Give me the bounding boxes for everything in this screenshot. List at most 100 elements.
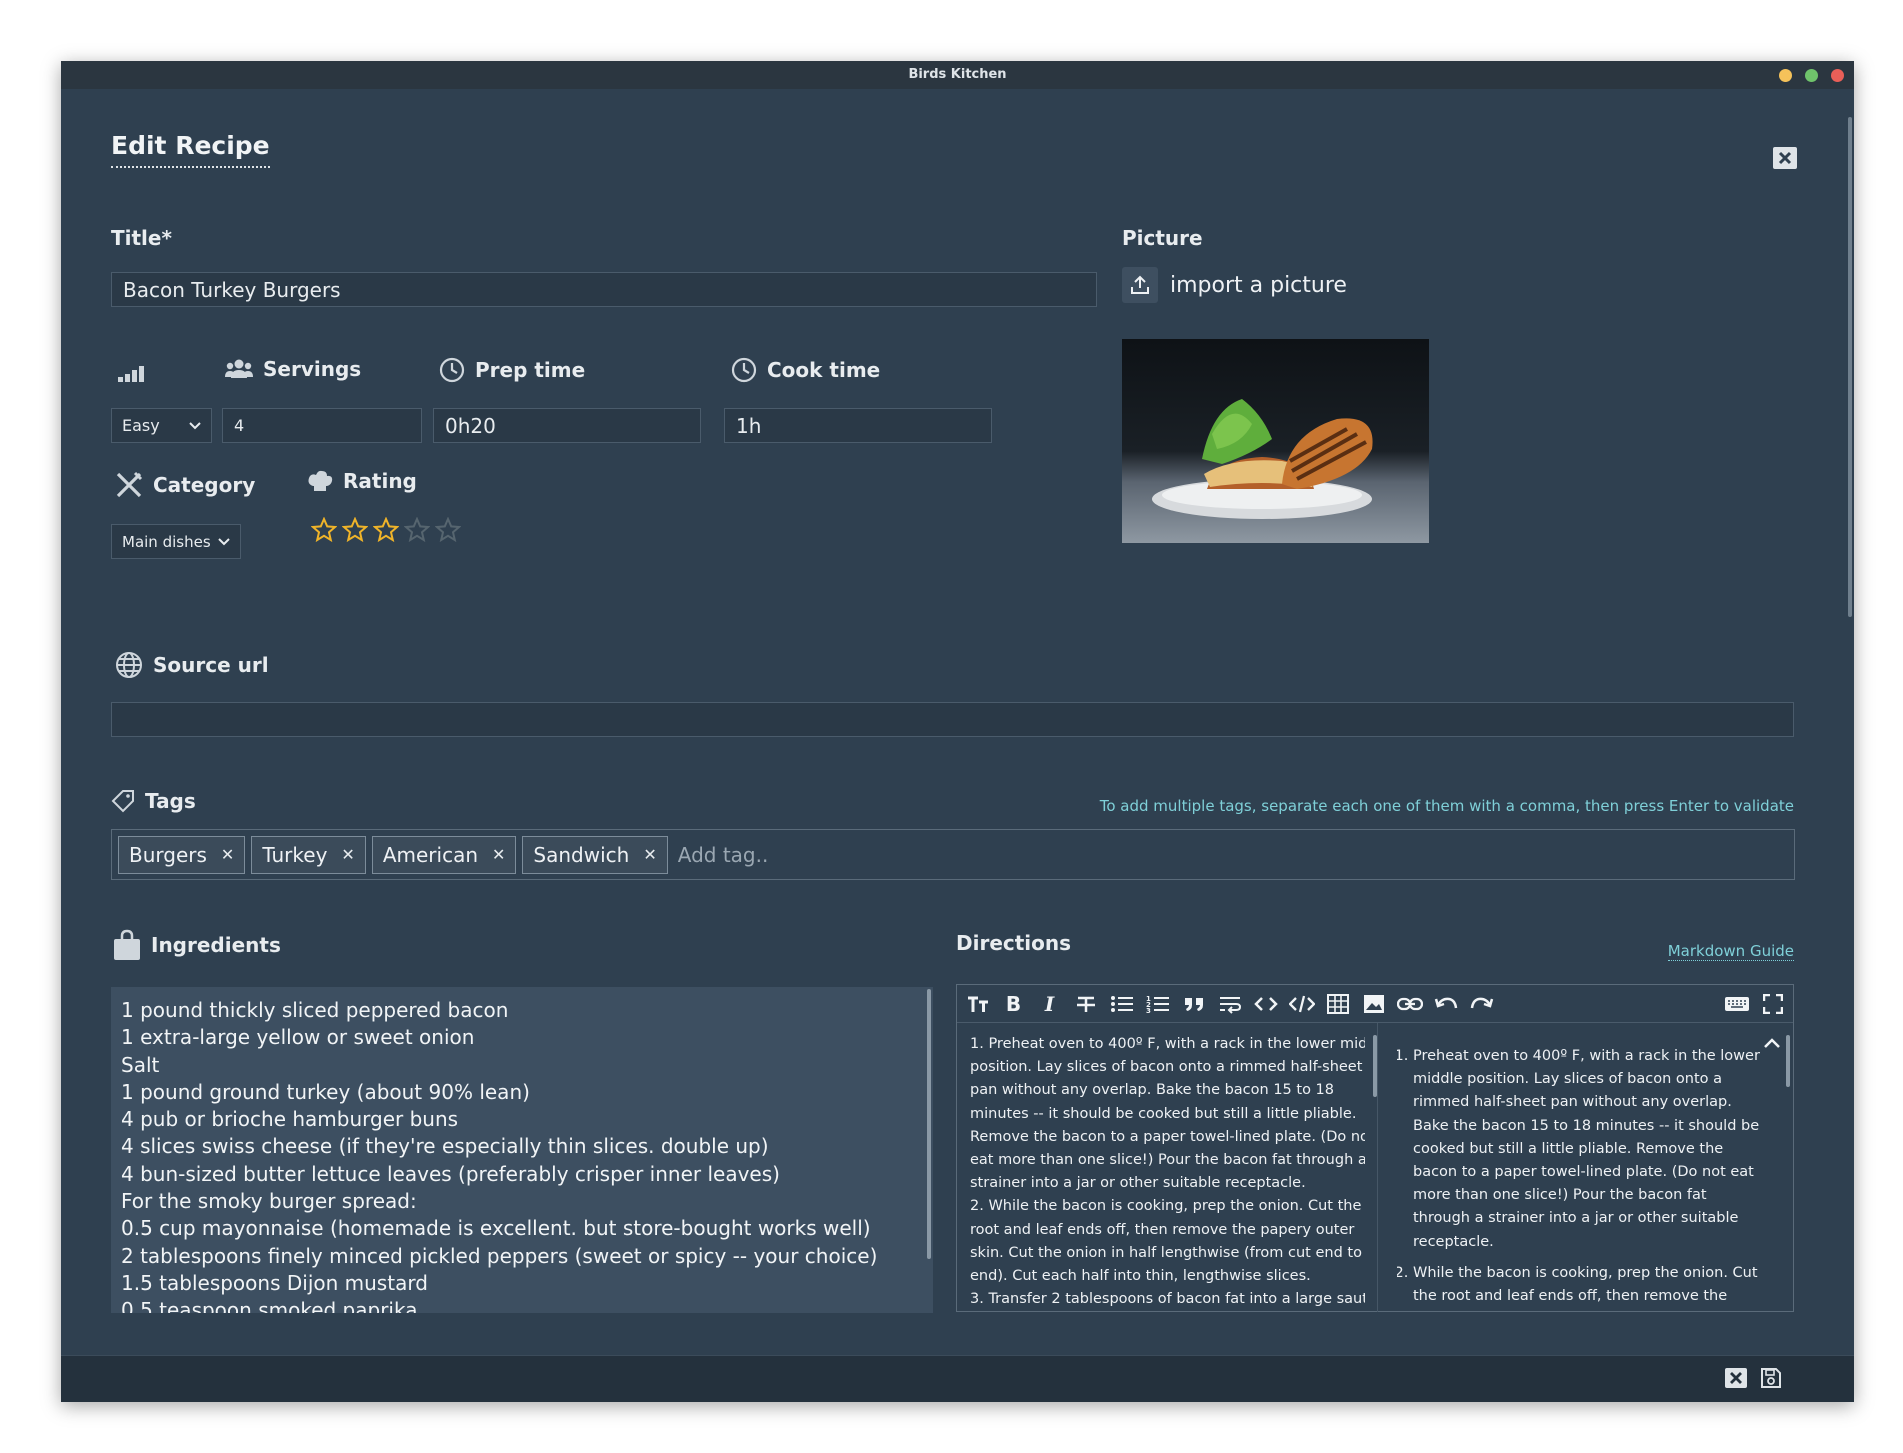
- remove-tag-icon[interactable]: ✕: [492, 845, 505, 864]
- heading-button[interactable]: [963, 989, 992, 1018]
- title-label: Title*: [111, 226, 172, 250]
- tag-label: American: [382, 842, 479, 867]
- close-window-button[interactable]: [1831, 69, 1844, 82]
- picture-label: Picture: [1122, 226, 1203, 250]
- fullscreen-button[interactable]: [1758, 989, 1787, 1018]
- close-icon: [1725, 1368, 1747, 1388]
- ingredient-line: 2 tablespoons finely minced pickled pepp…: [121, 1243, 878, 1268]
- tag-chip: Burgers ✕: [118, 835, 246, 874]
- editor-divider: [1377, 1023, 1378, 1312]
- clock-icon: [731, 357, 757, 383]
- quote-button[interactable]: [1179, 989, 1208, 1018]
- save-icon: [1761, 1368, 1781, 1388]
- wrap-button[interactable]: [1215, 989, 1244, 1018]
- keyboard-icon: [1724, 996, 1749, 1011]
- bullet-list-button[interactable]: [1107, 989, 1136, 1018]
- ingredient-line: 0.5 cup mayonnaise (homemade is excellen…: [121, 1216, 871, 1241]
- directions-editor: B I 123 1. Preheat oven to 400º F, with …: [956, 984, 1794, 1312]
- markdown-line: skin. Cut the onion in half lengthwise (…: [970, 1244, 1365, 1261]
- page-scrollbar[interactable]: [1846, 89, 1854, 1355]
- markdown-guide-link[interactable]: Markdown Guide: [1667, 942, 1794, 961]
- close-dialog-button[interactable]: [1772, 146, 1798, 170]
- minimize-button[interactable]: [1779, 69, 1792, 82]
- category-value: Main dishes: [122, 532, 211, 551]
- difficulty-select[interactable]: Easy: [111, 408, 212, 443]
- rating-stars[interactable]: [311, 517, 461, 543]
- image-button[interactable]: [1359, 989, 1388, 1018]
- tags-input-box[interactable]: Burgers ✕ Turkey ✕ American ✕ Sandwich ✕ Add tag…: [111, 829, 1795, 880]
- preview-scrollbar[interactable]: [1786, 1035, 1790, 1087]
- markdown-line: 3. Transfer 2 tablespoons of bacon fat i…: [970, 1291, 1365, 1308]
- import-picture-button[interactable]: import a picture: [1122, 267, 1347, 303]
- remove-tag-icon[interactable]: ✕: [341, 845, 354, 864]
- import-picture-label: import a picture: [1170, 272, 1347, 298]
- link-icon: [1396, 997, 1423, 1010]
- star-icon[interactable]: [404, 517, 430, 543]
- redo-button[interactable]: [1467, 989, 1496, 1018]
- tag-chip: Sandwich ✕: [522, 835, 668, 874]
- difficulty-value: Easy: [122, 416, 160, 435]
- remove-tag-icon[interactable]: ✕: [643, 845, 656, 864]
- bullet-list-icon: [1110, 995, 1133, 1012]
- app-window: Birds Kitchen Edit Recipe Title* Bacon T…: [61, 61, 1854, 1402]
- chevron-down-icon: [189, 421, 201, 430]
- bold-button[interactable]: B: [999, 989, 1028, 1018]
- markdown-line: end). Cut each half into thin, lengthwis…: [970, 1268, 1311, 1285]
- fullscreen-icon: [1762, 993, 1783, 1014]
- source-url-input[interactable]: [111, 702, 1794, 737]
- prep-time-label-text: Prep time: [475, 358, 586, 382]
- markdown-line: 1. Preheat oven to 400º F, with a rack i…: [970, 1036, 1365, 1052]
- remove-tag-icon[interactable]: ✕: [221, 845, 234, 864]
- numbered-list-button[interactable]: 123: [1143, 989, 1172, 1018]
- cancel-button[interactable]: [1724, 1367, 1748, 1389]
- directions-markdown-input[interactable]: 1. Preheat oven to 400º F, with a rack i…: [970, 1033, 1365, 1310]
- star-icon[interactable]: [342, 517, 368, 543]
- category-label-text: Category: [153, 473, 256, 497]
- star-icon[interactable]: [435, 517, 461, 543]
- chevron-down-icon: [218, 537, 230, 546]
- category-select[interactable]: Main dishes: [111, 524, 241, 559]
- title-input[interactable]: Bacon Turkey Burgers: [111, 272, 1097, 307]
- servings-input[interactable]: 4: [222, 408, 422, 443]
- ingredient-line: 1.5 tablespoons Dijon mustard: [121, 1270, 428, 1295]
- strikethrough-button[interactable]: [1071, 989, 1100, 1018]
- ingredients-textarea[interactable]: 1 pound thickly sliced peppered bacon 1 e…: [111, 987, 933, 1313]
- star-icon[interactable]: [373, 517, 399, 543]
- code-button[interactable]: [1251, 989, 1280, 1018]
- rating-label: Rating: [307, 469, 417, 493]
- svg-text:3: 3: [1146, 1007, 1151, 1014]
- tags-hint: To add multiple tags, separate each one …: [1099, 797, 1794, 815]
- servings-label: Servings: [225, 357, 361, 381]
- ingredient-line: For the smoky burger spread:: [121, 1189, 417, 1214]
- footer-bar: [61, 1355, 1854, 1402]
- numbered-list-icon: 123: [1146, 995, 1169, 1014]
- rating-label-text: Rating: [343, 469, 417, 493]
- ingredient-line: 4 slices swiss cheese (if they're especi…: [121, 1134, 769, 1159]
- image-icon: [1363, 994, 1384, 1013]
- cook-time-input[interactable]: 1h: [724, 408, 992, 443]
- link-button[interactable]: [1395, 989, 1424, 1018]
- chevron-up-icon[interactable]: [1763, 1037, 1781, 1049]
- source-url-label: Source url: [115, 651, 269, 679]
- editor-toolbar: B I 123: [957, 985, 1793, 1023]
- ingredient-line: 1 pound thickly sliced peppered bacon: [121, 998, 509, 1022]
- bold-icon: B: [1005, 991, 1022, 1016]
- quote-icon: [1184, 997, 1203, 1011]
- window-titlebar[interactable]: Birds Kitchen: [61, 61, 1854, 89]
- italic-button[interactable]: I: [1035, 989, 1064, 1018]
- tag-chip: American ✕: [371, 835, 517, 874]
- recipe-picture: [1122, 339, 1429, 543]
- edit-recipe-form: Edit Recipe Title* Bacon Turkey Burgers …: [61, 89, 1854, 1355]
- keyboard-shortcuts-button[interactable]: [1722, 989, 1751, 1018]
- prep-time-input[interactable]: 0h20: [433, 408, 701, 443]
- ingredients-scrollbar[interactable]: [927, 989, 931, 1259]
- star-icon[interactable]: [311, 517, 337, 543]
- maximize-button[interactable]: [1805, 69, 1818, 82]
- add-tag-input[interactable]: Add tag..: [678, 843, 769, 867]
- undo-button[interactable]: [1431, 989, 1460, 1018]
- table-button[interactable]: [1323, 989, 1352, 1018]
- table-icon: [1326, 993, 1349, 1014]
- tag-icon: [111, 789, 135, 813]
- save-button[interactable]: [1760, 1367, 1782, 1389]
- code-block-button[interactable]: [1287, 989, 1316, 1018]
